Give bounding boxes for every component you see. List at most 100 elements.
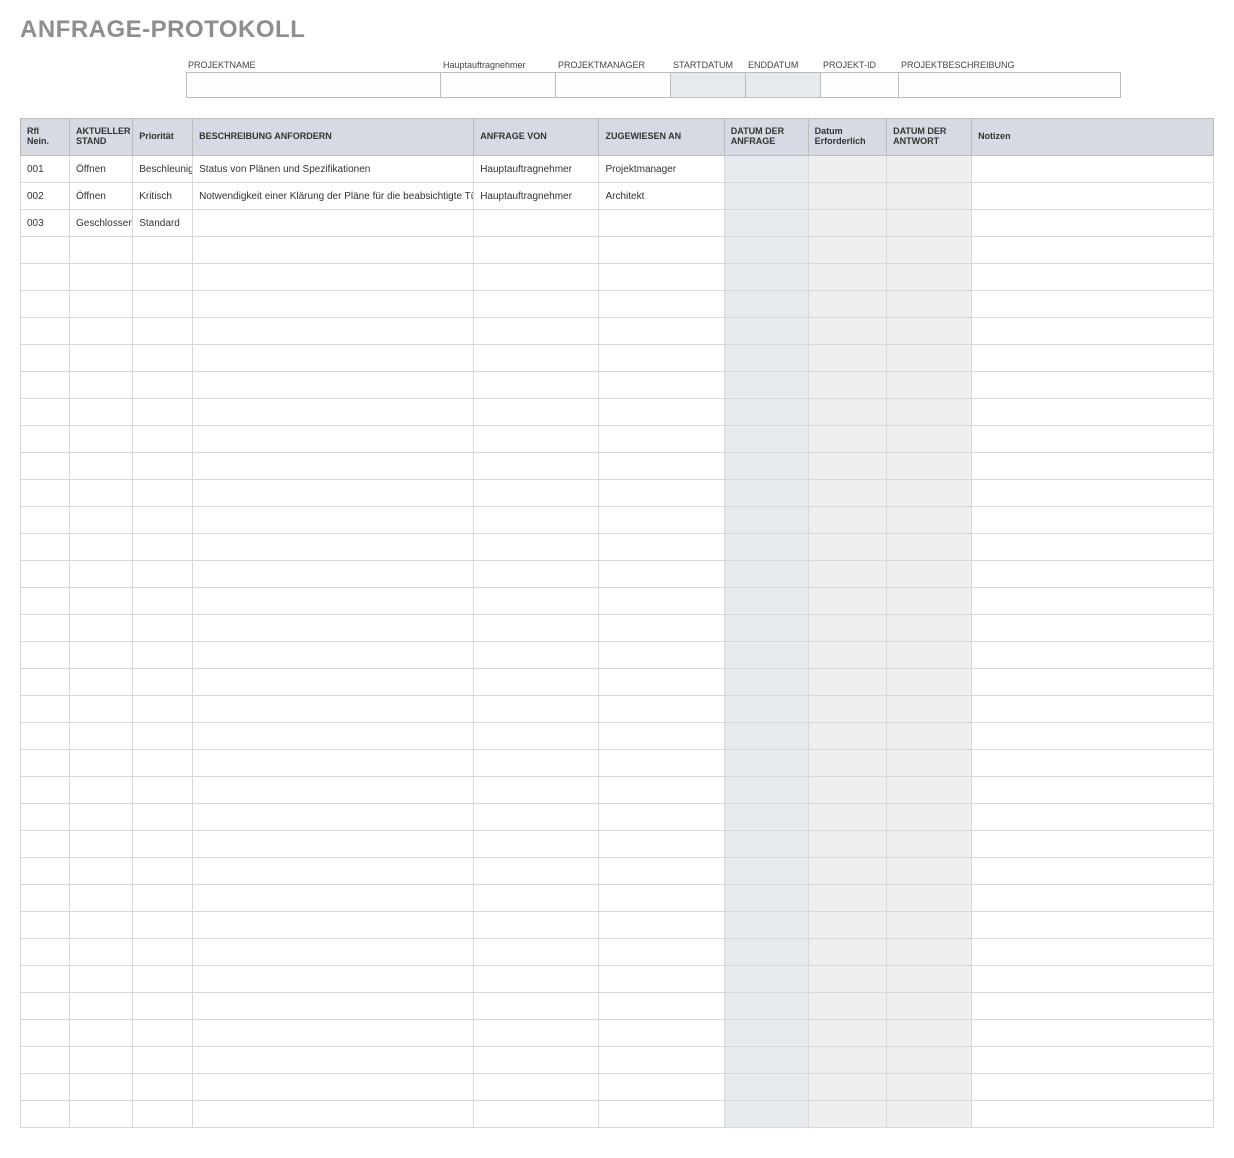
cell-notes[interactable] (972, 561, 1214, 588)
cell-to[interactable] (599, 723, 724, 750)
cell-date_req[interactable] (724, 993, 808, 1020)
cell-description[interactable] (193, 534, 474, 561)
cell-date_req[interactable] (724, 723, 808, 750)
cell-description[interactable] (193, 507, 474, 534)
cell-date_resp[interactable] (887, 480, 972, 507)
cell-date_req[interactable] (724, 480, 808, 507)
cell-from[interactable] (474, 912, 599, 939)
cell-priority[interactable] (133, 453, 193, 480)
cell-notes[interactable] (972, 615, 1214, 642)
cell-id[interactable] (21, 318, 70, 345)
cell-date_due[interactable] (808, 291, 886, 318)
cell-date_req[interactable] (724, 1020, 808, 1047)
cell-description[interactable] (193, 993, 474, 1020)
cell-date_resp[interactable] (887, 858, 972, 885)
cell-description[interactable] (193, 453, 474, 480)
cell-notes[interactable] (972, 399, 1214, 426)
cell-description[interactable] (193, 750, 474, 777)
cell-description[interactable] (193, 399, 474, 426)
cell-date_resp[interactable] (887, 804, 972, 831)
cell-notes[interactable] (972, 1074, 1214, 1101)
cell-id[interactable] (21, 588, 70, 615)
cell-from[interactable] (474, 399, 599, 426)
cell-description[interactable] (193, 561, 474, 588)
cell-from[interactable] (474, 426, 599, 453)
cell-id[interactable] (21, 426, 70, 453)
cell-date_due[interactable] (808, 750, 886, 777)
cell-date_req[interactable] (724, 777, 808, 804)
cell-to[interactable] (599, 696, 724, 723)
cell-date_req[interactable] (724, 291, 808, 318)
cell-date_req[interactable] (724, 453, 808, 480)
cell-from[interactable] (474, 939, 599, 966)
cell-to[interactable] (599, 534, 724, 561)
cell-date_resp[interactable] (887, 885, 972, 912)
cell-priority[interactable] (133, 858, 193, 885)
cell-date_due[interactable] (808, 399, 886, 426)
cell-to[interactable] (599, 669, 724, 696)
cell-status[interactable] (70, 291, 133, 318)
cell-description[interactable] (193, 588, 474, 615)
cell-to[interactable] (599, 480, 724, 507)
cell-status[interactable]: Öffnen (70, 183, 133, 210)
cell-description[interactable] (193, 318, 474, 345)
cell-description[interactable]: Notwendigkeit einer Klärung der Pläne fü… (193, 183, 474, 210)
cell-status[interactable] (70, 993, 133, 1020)
cell-priority[interactable] (133, 318, 193, 345)
cell-to[interactable] (599, 561, 724, 588)
cell-date_resp[interactable] (887, 642, 972, 669)
cell-date_req[interactable] (724, 345, 808, 372)
cell-from[interactable] (474, 615, 599, 642)
cell-status[interactable] (70, 345, 133, 372)
cell-priority[interactable] (133, 588, 193, 615)
cell-date_resp[interactable] (887, 399, 972, 426)
cell-notes[interactable] (972, 750, 1214, 777)
cell-status[interactable] (70, 723, 133, 750)
cell-date_resp[interactable] (887, 696, 972, 723)
cell-notes[interactable] (972, 723, 1214, 750)
cell-status[interactable] (70, 264, 133, 291)
cell-from[interactable] (474, 777, 599, 804)
cell-date_due[interactable] (808, 615, 886, 642)
cell-status[interactable] (70, 372, 133, 399)
cell-to[interactable] (599, 399, 724, 426)
cell-priority[interactable] (133, 831, 193, 858)
cell-date_due[interactable] (808, 156, 886, 183)
cell-date_resp[interactable] (887, 156, 972, 183)
cell-priority[interactable] (133, 534, 193, 561)
cell-notes[interactable] (972, 534, 1214, 561)
cell-from[interactable] (474, 1020, 599, 1047)
cell-date_due[interactable] (808, 183, 886, 210)
cell-notes[interactable] (972, 642, 1214, 669)
cell-date_req[interactable] (724, 696, 808, 723)
cell-id[interactable] (21, 1101, 70, 1128)
cell-date_req[interactable] (724, 210, 808, 237)
cell-date_due[interactable] (808, 831, 886, 858)
cell-description[interactable] (193, 669, 474, 696)
cell-status[interactable] (70, 777, 133, 804)
cell-priority[interactable]: Standard (133, 210, 193, 237)
cell-date_due[interactable] (808, 912, 886, 939)
cell-from[interactable] (474, 750, 599, 777)
cell-date_due[interactable] (808, 966, 886, 993)
cell-date_req[interactable] (724, 1101, 808, 1128)
cell-notes[interactable] (972, 372, 1214, 399)
cell-description[interactable] (193, 696, 474, 723)
cell-date_due[interactable] (808, 858, 886, 885)
cell-notes[interactable] (972, 777, 1214, 804)
cell-from[interactable] (474, 372, 599, 399)
cell-description[interactable]: Status von Plänen und Spezifikationen (193, 156, 474, 183)
cell-from[interactable] (474, 561, 599, 588)
cell-id[interactable] (21, 372, 70, 399)
cell-date_resp[interactable] (887, 777, 972, 804)
cell-date_resp[interactable] (887, 534, 972, 561)
cell-priority[interactable] (133, 615, 193, 642)
cell-id[interactable] (21, 1074, 70, 1101)
cell-date_due[interactable] (808, 993, 886, 1020)
cell-from[interactable] (474, 210, 599, 237)
cell-to[interactable] (599, 291, 724, 318)
cell-to[interactable] (599, 831, 724, 858)
cell-description[interactable] (193, 291, 474, 318)
cell-status[interactable] (70, 318, 133, 345)
cell-id[interactable] (21, 939, 70, 966)
